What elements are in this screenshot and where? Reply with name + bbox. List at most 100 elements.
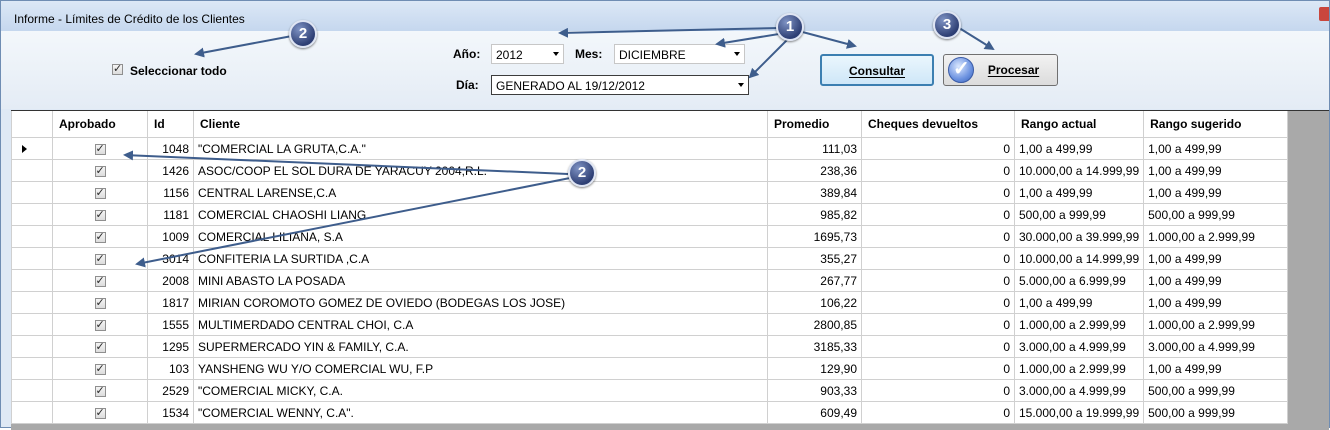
client-cell: CONFITERIA LA SURTIDA ,C.A: [193, 247, 768, 270]
column-header[interactable]: Id: [147, 111, 194, 138]
approved-cell[interactable]: [52, 247, 148, 270]
year-label: Año:: [453, 47, 481, 61]
row-selector[interactable]: [11, 401, 53, 424]
data-grid-area: Aprobado Id Cliente Promedio Cheques dev…: [11, 110, 1329, 430]
id-cell: 1156: [147, 181, 194, 204]
table-row[interactable]: 1295SUPERMERCADO YIN & FAMILY, C.A.3185,…: [11, 335, 1289, 358]
approved-checkbox[interactable]: [94, 230, 106, 243]
approved-cell[interactable]: [52, 137, 148, 160]
approved-checkbox[interactable]: [94, 362, 106, 375]
approved-checkbox[interactable]: [94, 186, 106, 199]
average-cell: 903,33: [767, 379, 862, 402]
current-range-cell: 500,00 a 999,99: [1013, 203, 1145, 226]
id-cell: 2529: [147, 379, 194, 402]
approved-cell[interactable]: [52, 181, 148, 204]
close-icon[interactable]: [1319, 7, 1329, 21]
table-row[interactable]: 1048"COMERCIAL LA GRUTA,C.A."111,0301,00…: [11, 137, 1289, 160]
table-row[interactable]: 1534"COMERCIAL WENNY, C.A".609,49015.000…: [11, 401, 1289, 424]
table-row[interactable]: 103YANSHENG WU Y/O COMERCIAL WU, F.P129,…: [11, 357, 1289, 380]
approved-cell[interactable]: [52, 401, 148, 424]
row-selector[interactable]: [11, 379, 53, 402]
suggested-range-cell: 1,00 a 499,99: [1143, 159, 1289, 182]
row-selector[interactable]: [11, 225, 53, 248]
suggested-range-cell: 1,00 a 499,99: [1143, 181, 1289, 204]
title-bar: Informe - Límites de Crédito de los Clie…: [1, 1, 1329, 31]
table-row[interactable]: 1817MIRIAN COROMOTO GOMEZ DE OVIEDO (BOD…: [11, 291, 1289, 314]
month-select[interactable]: DICIEMBRE: [614, 44, 745, 64]
table-header: Aprobado Id Cliente Promedio Cheques dev…: [11, 111, 1289, 138]
approved-checkbox[interactable]: [94, 296, 106, 309]
approved-checkbox[interactable]: [94, 406, 106, 419]
approved-cell[interactable]: [52, 203, 148, 226]
table-row[interactable]: 1156CENTRAL LARENSE,C.A389,8401,00 a 499…: [11, 181, 1289, 204]
procesar-button[interactable]: Procesar: [943, 54, 1058, 86]
approved-checkbox[interactable]: [94, 340, 106, 353]
row-selector[interactable]: [11, 181, 53, 204]
returned-checks-cell: 0: [861, 357, 1015, 380]
row-selector[interactable]: [11, 357, 53, 380]
row-selector[interactable]: [11, 313, 53, 336]
average-cell: 609,49: [767, 401, 862, 424]
table-row[interactable]: 3014CONFITERIA LA SURTIDA ,C.A355,27010.…: [11, 247, 1289, 270]
row-selector[interactable]: [11, 137, 53, 160]
select-all-checkbox[interactable]: [112, 62, 123, 75]
approved-checkbox[interactable]: [94, 318, 106, 331]
id-cell: 103: [147, 357, 194, 380]
row-selector[interactable]: [11, 159, 53, 182]
row-header-corner: [11, 111, 53, 138]
approved-checkbox[interactable]: [94, 142, 106, 155]
column-header[interactable]: Cheques devueltos: [861, 111, 1015, 138]
average-cell: 3185,33: [767, 335, 862, 358]
approved-cell[interactable]: [52, 313, 148, 336]
table-row[interactable]: 1009COMERCIAL LILIANA, S.A1695,73030.000…: [11, 225, 1289, 248]
returned-checks-cell: 0: [861, 269, 1015, 292]
approved-cell[interactable]: [52, 335, 148, 358]
returned-checks-cell: 0: [861, 379, 1015, 402]
returned-checks-cell: 0: [861, 137, 1015, 160]
approved-checkbox[interactable]: [94, 208, 106, 221]
year-select[interactable]: 2012: [491, 44, 564, 64]
approved-checkbox[interactable]: [94, 384, 106, 397]
approved-cell[interactable]: [52, 357, 148, 380]
current-range-cell: 1,00 a 499,99: [1013, 137, 1145, 160]
chevron-down-icon: [553, 52, 559, 56]
current-range-cell: 10.000,00 a 14.999,99: [1013, 159, 1145, 182]
column-header[interactable]: Aprobado: [52, 111, 148, 138]
approved-checkbox[interactable]: [94, 274, 106, 287]
suggested-range-cell: 500,00 a 999,99: [1143, 401, 1289, 424]
callout-3: 3: [933, 11, 961, 39]
id-cell: 1555: [147, 313, 194, 336]
year-value: 2012: [496, 48, 523, 62]
approved-checkbox[interactable]: [94, 164, 106, 177]
returned-checks-cell: 0: [861, 159, 1015, 182]
returned-checks-cell: 0: [861, 225, 1015, 248]
approved-cell[interactable]: [52, 379, 148, 402]
returned-checks-cell: 0: [861, 313, 1015, 336]
approved-cell[interactable]: [52, 159, 148, 182]
callout-1: 1: [776, 13, 804, 41]
average-cell: 1695,73: [767, 225, 862, 248]
row-selector[interactable]: [11, 269, 53, 292]
day-select[interactable]: GENERADO AL 19/12/2012: [491, 75, 749, 95]
table-row[interactable]: 1181COMERCIAL CHAOSHI LIANG985,820500,00…: [11, 203, 1289, 226]
column-header[interactable]: Rango sugerido: [1143, 111, 1289, 138]
table-row[interactable]: 1555MULTIMERDADO CENTRAL CHOI, C.A2800,8…: [11, 313, 1289, 336]
row-selector[interactable]: [11, 291, 53, 314]
approved-cell[interactable]: [52, 291, 148, 314]
approved-cell[interactable]: [52, 269, 148, 292]
column-header[interactable]: Cliente: [193, 111, 768, 138]
client-cell: "COMERCIAL LA GRUTA,C.A.": [193, 137, 768, 160]
filter-toolbar: Seleccionar todo Año: 2012 Mes: DICIEMBR…: [1, 31, 1329, 109]
row-selector[interactable]: [11, 247, 53, 270]
table-row[interactable]: 2008MINI ABASTO LA POSADA267,7705.000,00…: [11, 269, 1289, 292]
column-header[interactable]: Rango actual: [1013, 111, 1145, 138]
table-row[interactable]: 2529"COMERCIAL MICKY, C.A.903,3303.000,0…: [11, 379, 1289, 402]
approved-checkbox[interactable]: [94, 252, 106, 265]
approved-cell[interactable]: [52, 225, 148, 248]
column-header[interactable]: Promedio: [767, 111, 862, 138]
table-row[interactable]: 1426ASOC/COOP EL SOL DURA DE YARACUY 200…: [11, 159, 1289, 182]
row-selector[interactable]: [11, 203, 53, 226]
consultar-button[interactable]: Consultar: [820, 54, 934, 86]
row-selector[interactable]: [11, 335, 53, 358]
window-title: Informe - Límites de Crédito de los Clie…: [14, 12, 245, 26]
